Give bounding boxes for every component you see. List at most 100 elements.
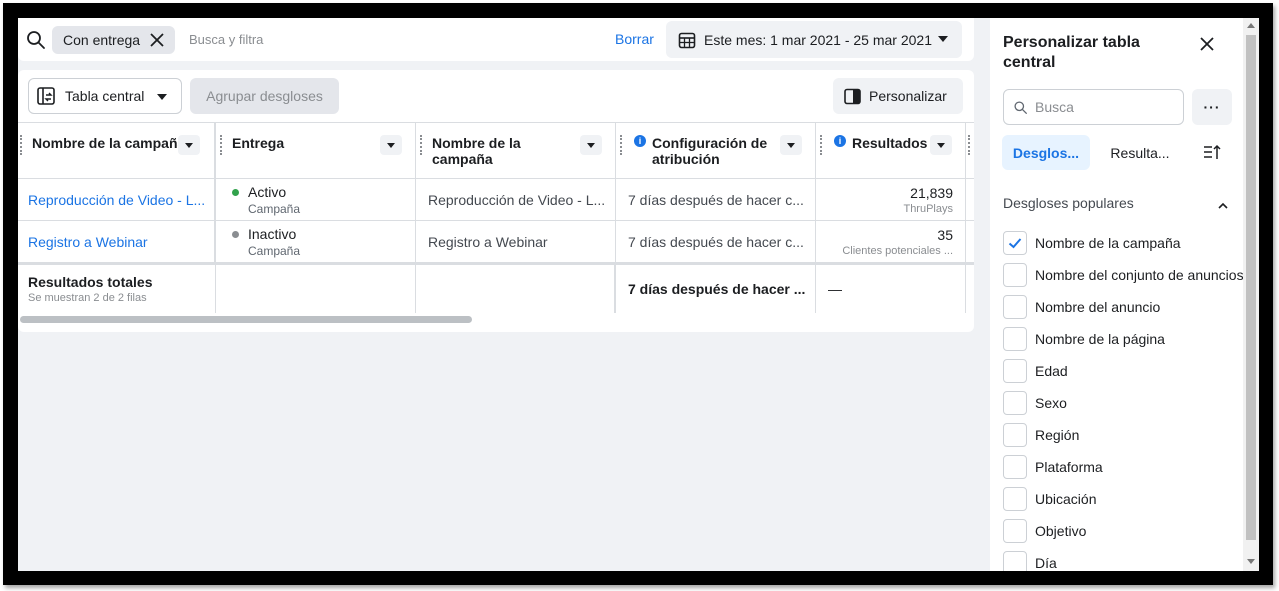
column-header-campaign-name-2[interactable]: Nombre de la campaña <box>418 123 616 179</box>
delivery-level: Campaña <box>248 202 301 216</box>
table-view-button[interactable]: Tabla central <box>28 78 182 114</box>
option-campaign-name[interactable]: Nombre de la campaña <box>1003 231 1181 255</box>
column-menu-button[interactable] <box>380 135 402 155</box>
checkbox[interactable] <box>1003 519 1027 543</box>
option-region[interactable]: Región <box>1003 423 1079 447</box>
status-dot-inactive <box>232 230 239 238</box>
column-divider <box>615 179 616 221</box>
column-divider <box>214 221 216 263</box>
tab-results[interactable]: Resulta... <box>1100 135 1180 170</box>
results-value: 21,839 <box>910 185 953 201</box>
results-type: ThruPlays <box>903 203 953 215</box>
checkbox-checked[interactable] <box>1003 231 1027 255</box>
scroll-up-arrow-icon[interactable] <box>1247 23 1255 28</box>
column-menu-button[interactable] <box>178 135 200 155</box>
chevron-down-icon <box>157 94 167 100</box>
customize-button[interactable]: Personalizar <box>833 78 963 114</box>
option-age[interactable]: Edad <box>1003 359 1068 383</box>
info-icon[interactable]: i <box>834 135 846 147</box>
option-day[interactable]: Día <box>1003 551 1057 571</box>
column-divider <box>214 179 216 221</box>
filter-bar: Con entrega Busca y filtra Borrar Este m… <box>18 18 974 61</box>
checkbox[interactable] <box>1003 359 1027 383</box>
clear-filters-link[interactable]: Borrar <box>615 31 654 47</box>
column-divider <box>615 123 616 179</box>
column-divider <box>214 123 216 179</box>
option-label: Edad <box>1035 363 1068 379</box>
column-divider <box>415 265 416 313</box>
checkbox[interactable] <box>1003 391 1027 415</box>
option-label: Día <box>1035 555 1057 571</box>
option-objective[interactable]: Objetivo <box>1003 519 1086 543</box>
delivery-cell: Inactivo Campaña <box>218 221 415 263</box>
option-placement[interactable]: Ubicación <box>1003 487 1096 511</box>
option-label: Nombre de la campaña <box>1035 235 1181 251</box>
date-range-label: Este mes: 1 mar 2021 - 25 mar 2021 <box>704 31 932 48</box>
table-header: Nombre de la campaña Entrega Nombre de l… <box>18 122 974 179</box>
info-icon[interactable]: i <box>634 135 646 147</box>
date-range-button[interactable]: Este mes: 1 mar 2021 - 25 mar 2021 <box>666 21 962 58</box>
column-divider <box>415 179 416 221</box>
campaign-name-link[interactable]: Registro a Webinar <box>18 221 214 263</box>
option-label: Plataforma <box>1035 459 1103 475</box>
section-title-popular: Desgloses populares <box>1003 195 1134 211</box>
campaign-name-link[interactable]: Reproducción de Video - L... <box>18 179 214 221</box>
group-breakdowns-button[interactable]: Agrupar desgloses <box>190 78 339 114</box>
column-header-campaign-name[interactable]: Nombre de la campaña <box>18 123 214 179</box>
column-header-results[interactable]: i Resultados <box>818 123 966 179</box>
close-icon[interactable] <box>1198 35 1216 53</box>
vertical-scrollbar-thumb[interactable] <box>1246 35 1256 540</box>
column-header-attribution[interactable]: i Configuración de atribución <box>618 123 816 179</box>
column-menu-button[interactable] <box>930 135 952 155</box>
chevron-down-icon <box>937 142 945 148</box>
horizontal-scrollbar[interactable] <box>20 316 472 323</box>
totals-subtitle: Se muestran 2 de 2 filas <box>28 292 147 304</box>
results-cell: 21,839 ThruPlays <box>818 179 965 221</box>
customize-side-panel: Personalizar tabla central Busca ··· Des… <box>990 18 1244 571</box>
delivery-level: Campaña <box>248 244 301 258</box>
chevron-down-icon <box>387 142 395 148</box>
campaign-name-cell: Registro a Webinar <box>428 234 548 250</box>
option-adset-name[interactable]: Nombre del conjunto de anuncios <box>1003 263 1244 287</box>
close-icon[interactable] <box>149 32 165 48</box>
option-page-name[interactable]: Nombre de la página <box>1003 327 1165 351</box>
chevron-down-icon <box>587 142 595 148</box>
checkbox[interactable] <box>1003 551 1027 571</box>
scroll-down-arrow-icon[interactable] <box>1247 559 1255 564</box>
table-row[interactable]: Registro a Webinar Inactivo Campaña Regi… <box>18 221 974 263</box>
option-label: Objetivo <box>1035 523 1087 539</box>
column-divider <box>815 179 816 221</box>
table-view-label: Tabla central <box>65 88 145 104</box>
totals-title: Resultados totales <box>28 274 153 290</box>
filter-search-input[interactable]: Busca y filtra <box>189 32 263 47</box>
checkbox[interactable] <box>1003 423 1027 447</box>
breakdown-search-input[interactable]: Busca <box>1003 89 1184 125</box>
column-drag-handle[interactable] <box>968 135 970 155</box>
column-divider <box>965 265 966 313</box>
table-row[interactable]: Reproducción de Video - L... Activo Camp… <box>18 179 974 221</box>
checkbox[interactable] <box>1003 295 1027 319</box>
checkbox[interactable] <box>1003 263 1027 287</box>
check-icon <box>1008 238 1022 249</box>
option-label: Nombre del conjunto de anuncios <box>1035 267 1244 283</box>
column-header-delivery[interactable]: Entrega <box>218 123 416 179</box>
more-options-button[interactable]: ··· <box>1192 89 1232 125</box>
sort-icon[interactable] <box>1202 142 1222 162</box>
checkbox[interactable] <box>1003 327 1027 351</box>
column-menu-button[interactable] <box>780 135 802 155</box>
filter-chip-delivery[interactable]: Con entrega <box>52 26 175 54</box>
totals-results: — <box>828 281 842 297</box>
option-platform[interactable]: Plataforma <box>1003 455 1103 479</box>
checkbox[interactable] <box>1003 455 1027 479</box>
campaign-name-cell: Reproducción de Video - L... <box>428 192 606 208</box>
column-divider <box>215 265 216 313</box>
option-gender[interactable]: Sexo <box>1003 391 1067 415</box>
tab-breakdowns[interactable]: Desglos... <box>1002 135 1090 170</box>
column-menu-button[interactable] <box>580 135 602 155</box>
checkbox[interactable] <box>1003 487 1027 511</box>
chevron-up-icon[interactable] <box>1216 199 1230 213</box>
search-icon[interactable] <box>26 30 46 50</box>
option-ad-name[interactable]: Nombre del anuncio <box>1003 295 1160 319</box>
calendar-icon <box>678 32 696 48</box>
delivery-status: Activo <box>248 184 287 200</box>
